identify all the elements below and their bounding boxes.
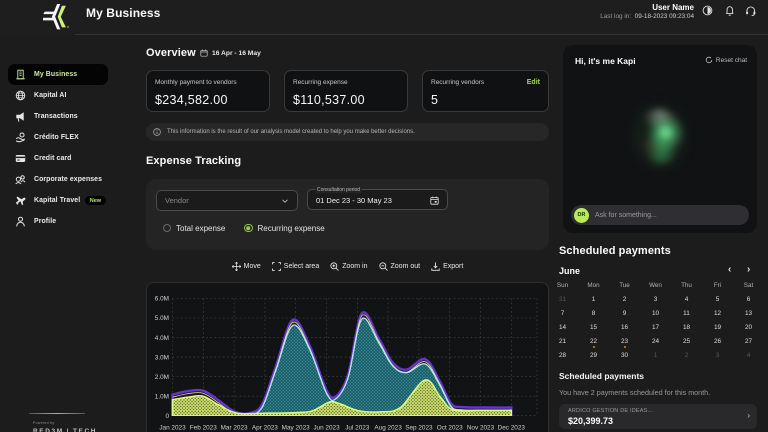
- svg-text:Nov 2023: Nov 2023: [467, 425, 495, 432]
- svg-text:Dec 2023: Dec 2023: [498, 425, 526, 432]
- svg-text:May 2023: May 2023: [282, 425, 311, 432]
- svg-text:6.0M: 6.0M: [155, 296, 169, 303]
- svg-text:4.0M: 4.0M: [155, 335, 169, 342]
- svg-text:Feb 2023: Feb 2023: [190, 425, 217, 432]
- svg-text:Jan 2023: Jan 2023: [159, 425, 186, 432]
- svg-text:5.0M: 5.0M: [155, 315, 169, 322]
- svg-text:Aug 2023: Aug 2023: [374, 425, 402, 432]
- svg-text:Apr 2023: Apr 2023: [252, 425, 278, 432]
- svg-text:Jun 2023: Jun 2023: [313, 425, 340, 432]
- svg-text:1.0M: 1.0M: [155, 393, 169, 400]
- svg-text:Jul 2023: Jul 2023: [345, 425, 370, 432]
- svg-text:Mar 2023: Mar 2023: [221, 425, 248, 432]
- svg-text:3.0M: 3.0M: [155, 354, 169, 361]
- svg-text:0: 0: [165, 413, 169, 420]
- svg-text:Oct 2023: Oct 2023: [437, 425, 463, 432]
- svg-text:Sep 2023: Sep 2023: [405, 425, 433, 432]
- svg-text:2.0M: 2.0M: [155, 374, 169, 381]
